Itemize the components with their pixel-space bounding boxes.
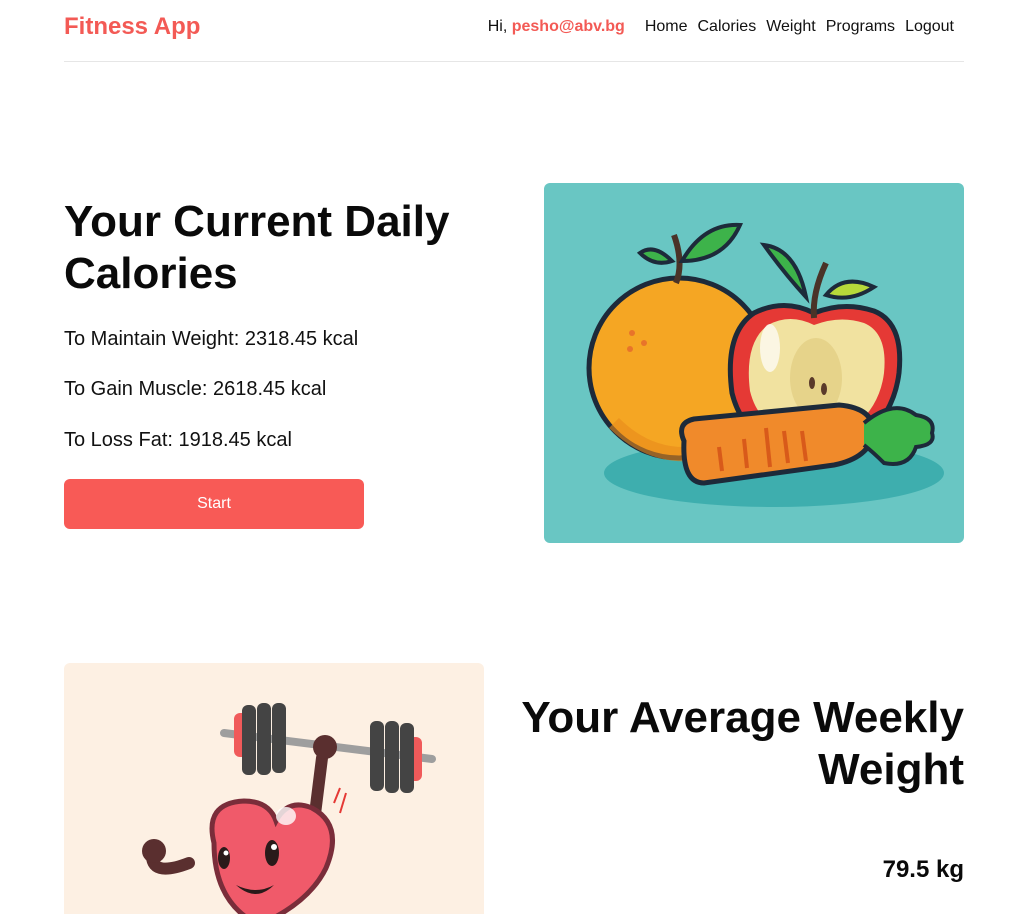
weekly-weight-title: Your Average Weekly Weight (521, 693, 964, 794)
greeting-prefix: Hi, (487, 18, 512, 35)
gain-muscle-kcal: To Gain Muscle: 2618.45 kcal (64, 378, 327, 400)
weekly-weight-value: 79.5 kg (882, 856, 964, 883)
fruit-vegetable-icon (586, 222, 944, 507)
calories-title: Your Current Daily Calories (64, 197, 450, 298)
fruit-vegetable-illustration (544, 183, 964, 543)
main-nav: Hi, pesho@abv.bg Home Calories Weight Pr… (488, 18, 954, 36)
top-header: Fitness App Hi, pesho@abv.bg Home Calori… (64, 0, 964, 62)
nav-programs-link[interactable]: Programs (826, 18, 895, 36)
maintain-weight-kcal: To Maintain Weight: 2318.45 kcal (64, 328, 359, 350)
heart-lifting-dumbbell-illustration (64, 663, 484, 914)
start-button[interactable]: Start (64, 479, 364, 529)
user-greeting: Hi, pesho@abv.bg (488, 18, 625, 36)
brand-logo[interactable]: Fitness App (64, 13, 200, 41)
nav-weight-link[interactable]: Weight (766, 18, 816, 36)
nav-home-link[interactable]: Home (645, 18, 688, 36)
nav-logout-link[interactable]: Logout (905, 18, 954, 36)
loss-fat-kcal: To Loss Fat: 1918.45 kcal (64, 429, 292, 451)
heart-dumbbell-icon (142, 703, 436, 914)
nav-calories-link[interactable]: Calories (698, 18, 757, 36)
user-email: pesho@abv.bg (511, 18, 625, 35)
